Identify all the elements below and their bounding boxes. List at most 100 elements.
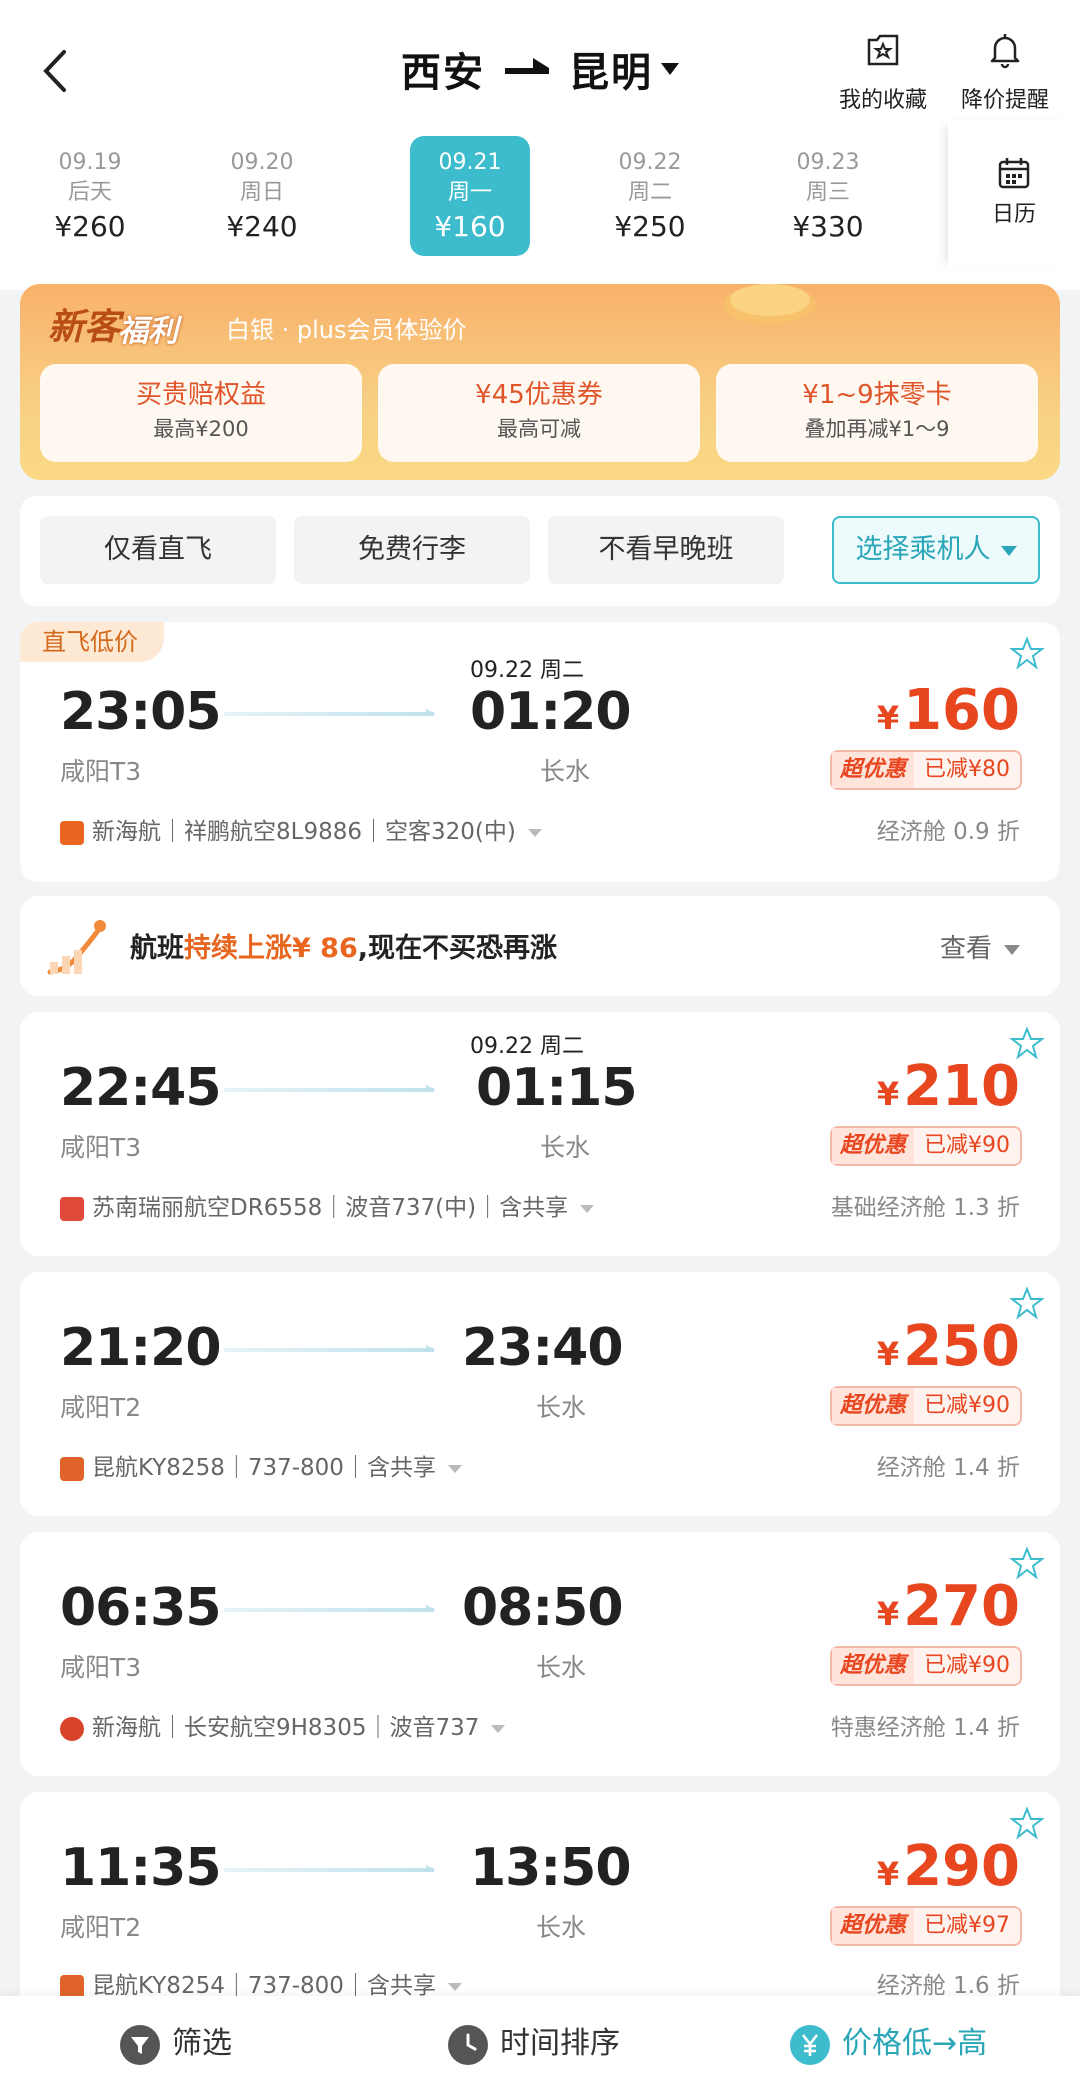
promo-label: 超优惠 [831, 1648, 914, 1684]
departure-airport: 咸阳T2 [60, 1393, 142, 1422]
airline-text: 新海航｜祥鹏航空8L9886｜空客320(中) [92, 819, 516, 845]
airline-info[interactable]: 苏南瑞丽航空DR6558｜波音737(中)｜含共享 [60, 1188, 595, 1222]
arrival-airport: 长水 [540, 1133, 591, 1162]
flight-card[interactable]: 09.22 周二 22:45 01:15 咸阳T3 长水 ¥210 超优惠 已减¥… [20, 1012, 1060, 1256]
chevron-down-icon [447, 1982, 462, 1991]
date-cell-selected[interactable]: 09.21 周一 ¥160 [410, 136, 530, 256]
airline-logo-icon [60, 1196, 84, 1221]
date-price: ¥160 [434, 210, 506, 243]
flight-card[interactable]: 11:35 13:50 咸阳T2 长水 ¥290 超优惠 已减¥97 昆航KY82… [20, 1792, 1060, 2012]
passenger-select-label: 选择乘机人 [855, 534, 991, 565]
promo-card-sub: 最高可减 [497, 417, 581, 441]
airline-logo-icon [60, 1456, 84, 1481]
origin-city: 西安 [401, 50, 485, 96]
alert-text: 航班持续上涨¥ 86,现在不买恐再涨 [130, 926, 557, 965]
coins-decoration-icon [724, 284, 816, 324]
date-cell[interactable]: 09.23 周三 ¥330 [768, 136, 888, 256]
departure-airport: 咸阳T3 [60, 757, 142, 786]
promo-subtitle: 白银 · plus会员体验价 [226, 316, 467, 344]
filter-label: 筛选 [172, 2026, 232, 2061]
date-selector: 09.19 后天 ¥260 09.20 周日 ¥240 09.21 周一 ¥16… [30, 136, 935, 262]
star-icon[interactable] [1010, 636, 1044, 670]
cabin-class: 经济舱 0.9 折 [876, 819, 1020, 845]
price-rise-alert[interactable]: 航班持续上涨¥ 86,现在不买恐再涨 查看 [20, 896, 1060, 996]
arrival-airport: 长水 [536, 1653, 587, 1682]
discount-badge: 超优惠 已减¥90 [829, 1646, 1022, 1686]
flight-price: ¥270 [876, 1574, 1020, 1639]
chevron-down-icon [661, 63, 679, 75]
departure-time: 22:45 [60, 1058, 222, 1118]
favorites-icon [867, 34, 899, 66]
date-price: ¥260 [54, 210, 126, 243]
arrival-next-day: 09.22 周二 [470, 1034, 584, 1059]
weekday-text: 后天 [67, 180, 112, 205]
arrival-time: 08:50 [462, 1578, 624, 1638]
price-value: 250 [903, 1314, 1020, 1379]
chevron-down-icon [491, 1724, 506, 1733]
airline-info[interactable]: 新海航｜长安航空9H8305｜波音737 [60, 1708, 506, 1742]
discount-badge: 超优惠 已减¥80 [829, 750, 1022, 790]
promo-card-sub: 叠加再减¥1～9 [804, 417, 950, 441]
date-cell[interactable]: 09.22 周二 ¥250 [590, 136, 710, 256]
promo-card-title: ¥1~9抹零卡 [802, 380, 952, 410]
flight-path-line [224, 1865, 436, 1872]
price-value: 160 [903, 678, 1020, 743]
price-value: 210 [903, 1054, 1020, 1119]
departure-airport: 咸阳T3 [60, 1133, 142, 1162]
airline-info[interactable]: 昆航KY8254｜737-800｜含共享 [60, 1966, 462, 2000]
discount-amount: 已减¥80 [924, 757, 1010, 782]
date-text: 09.20 [230, 150, 294, 175]
destination-city: 昆明 [569, 50, 653, 96]
yuan-icon [790, 2024, 830, 2065]
arrival-time: 13:50 [470, 1838, 632, 1898]
calendar-icon [998, 158, 1030, 189]
discount-badge: 超优惠 已减¥90 [829, 1386, 1022, 1426]
discount-amount: 已减¥90 [924, 1393, 1010, 1418]
filter-button[interactable]: 筛选 [120, 2018, 232, 2065]
alert-view-button[interactable]: 查看 [940, 928, 1020, 965]
filter-free-baggage[interactable]: 免费行李 [294, 516, 530, 584]
clock-icon [448, 2024, 488, 2065]
promo-card[interactable]: ¥45优惠券 最高可减 [378, 364, 700, 462]
date-cell[interactable]: 09.20 周日 ¥240 [202, 136, 322, 256]
promo-card[interactable]: ¥1~9抹零卡 叠加再减¥1～9 [716, 364, 1038, 462]
discount-amount: 已减¥90 [924, 1133, 1010, 1158]
discount-amount: 已减¥97 [924, 1913, 1010, 1938]
promo-card[interactable]: 买贵赔权益 最高¥200 [40, 364, 362, 462]
flight-path-line [224, 1605, 436, 1612]
promo-title-b: 福利 [118, 314, 178, 349]
arrival-time: 23:40 [462, 1318, 624, 1378]
filter-no-early-late[interactable]: 不看早晚班 [548, 516, 784, 584]
alert-highlight: 持续上涨¥ 86 [184, 933, 358, 964]
price-alert-label: 降价提醒 [960, 88, 1049, 113]
arrival-airport: 长水 [536, 1393, 587, 1422]
date-price: ¥240 [226, 210, 298, 243]
discount-badge: 超优惠 已减¥97 [829, 1906, 1022, 1946]
trend-up-icon [47, 920, 106, 975]
calendar-button[interactable]: 日历 [948, 120, 1080, 270]
chevron-down-icon [1004, 944, 1020, 955]
flight-card[interactable]: 21:20 23:40 咸阳T2 长水 ¥250 超优惠 已减¥90 昆航KY82… [20, 1272, 1060, 1516]
flight-card[interactable]: 06:35 08:50 咸阳T3 长水 ¥270 超优惠 已减¥90 新海航｜长安… [20, 1532, 1060, 1776]
promo-card-sub: 最高¥200 [153, 417, 249, 441]
price-value: 270 [903, 1574, 1020, 1639]
time-sort-button[interactable]: 时间排序 [448, 2018, 620, 2065]
alert-action-label: 查看 [939, 934, 992, 964]
cabin-class: 特惠经济舱 1.4 折 [830, 1715, 1020, 1741]
price-sort-button[interactable]: 价格低→高 [790, 2018, 987, 2065]
flight-card[interactable]: 直飞低价 09.22 周二 23:05 01:20 咸阳T3 长水 ¥160 超… [20, 622, 1060, 882]
airline-info[interactable]: 新海航｜祥鹏航空8L9886｜空客320(中) [60, 812, 542, 846]
departure-airport: 咸阳T3 [60, 1653, 142, 1682]
favorites-button[interactable]: 我的收藏 [828, 30, 938, 114]
price-alert-button[interactable]: 降价提醒 [950, 30, 1060, 114]
airline-info[interactable]: 昆航KY8258｜737-800｜含共享 [60, 1448, 462, 1482]
new-user-promo-banner[interactable]: 新客 福利 白银 · plus会员体验价 买贵赔权益 最高¥200 ¥45优惠券… [20, 284, 1060, 480]
passenger-select-button[interactable]: 选择乘机人 [832, 516, 1040, 584]
promo-title-a: 新客 [48, 307, 121, 348]
promo-label: 超优惠 [831, 752, 914, 788]
cabin-class: 经济舱 1.4 折 [876, 1455, 1020, 1481]
date-price: ¥330 [792, 210, 864, 243]
filter-direct-only[interactable]: 仅看直飞 [40, 516, 276, 584]
date-cell[interactable]: 09.19 后天 ¥260 [30, 136, 150, 256]
discount-amount: 已减¥90 [924, 1653, 1010, 1678]
